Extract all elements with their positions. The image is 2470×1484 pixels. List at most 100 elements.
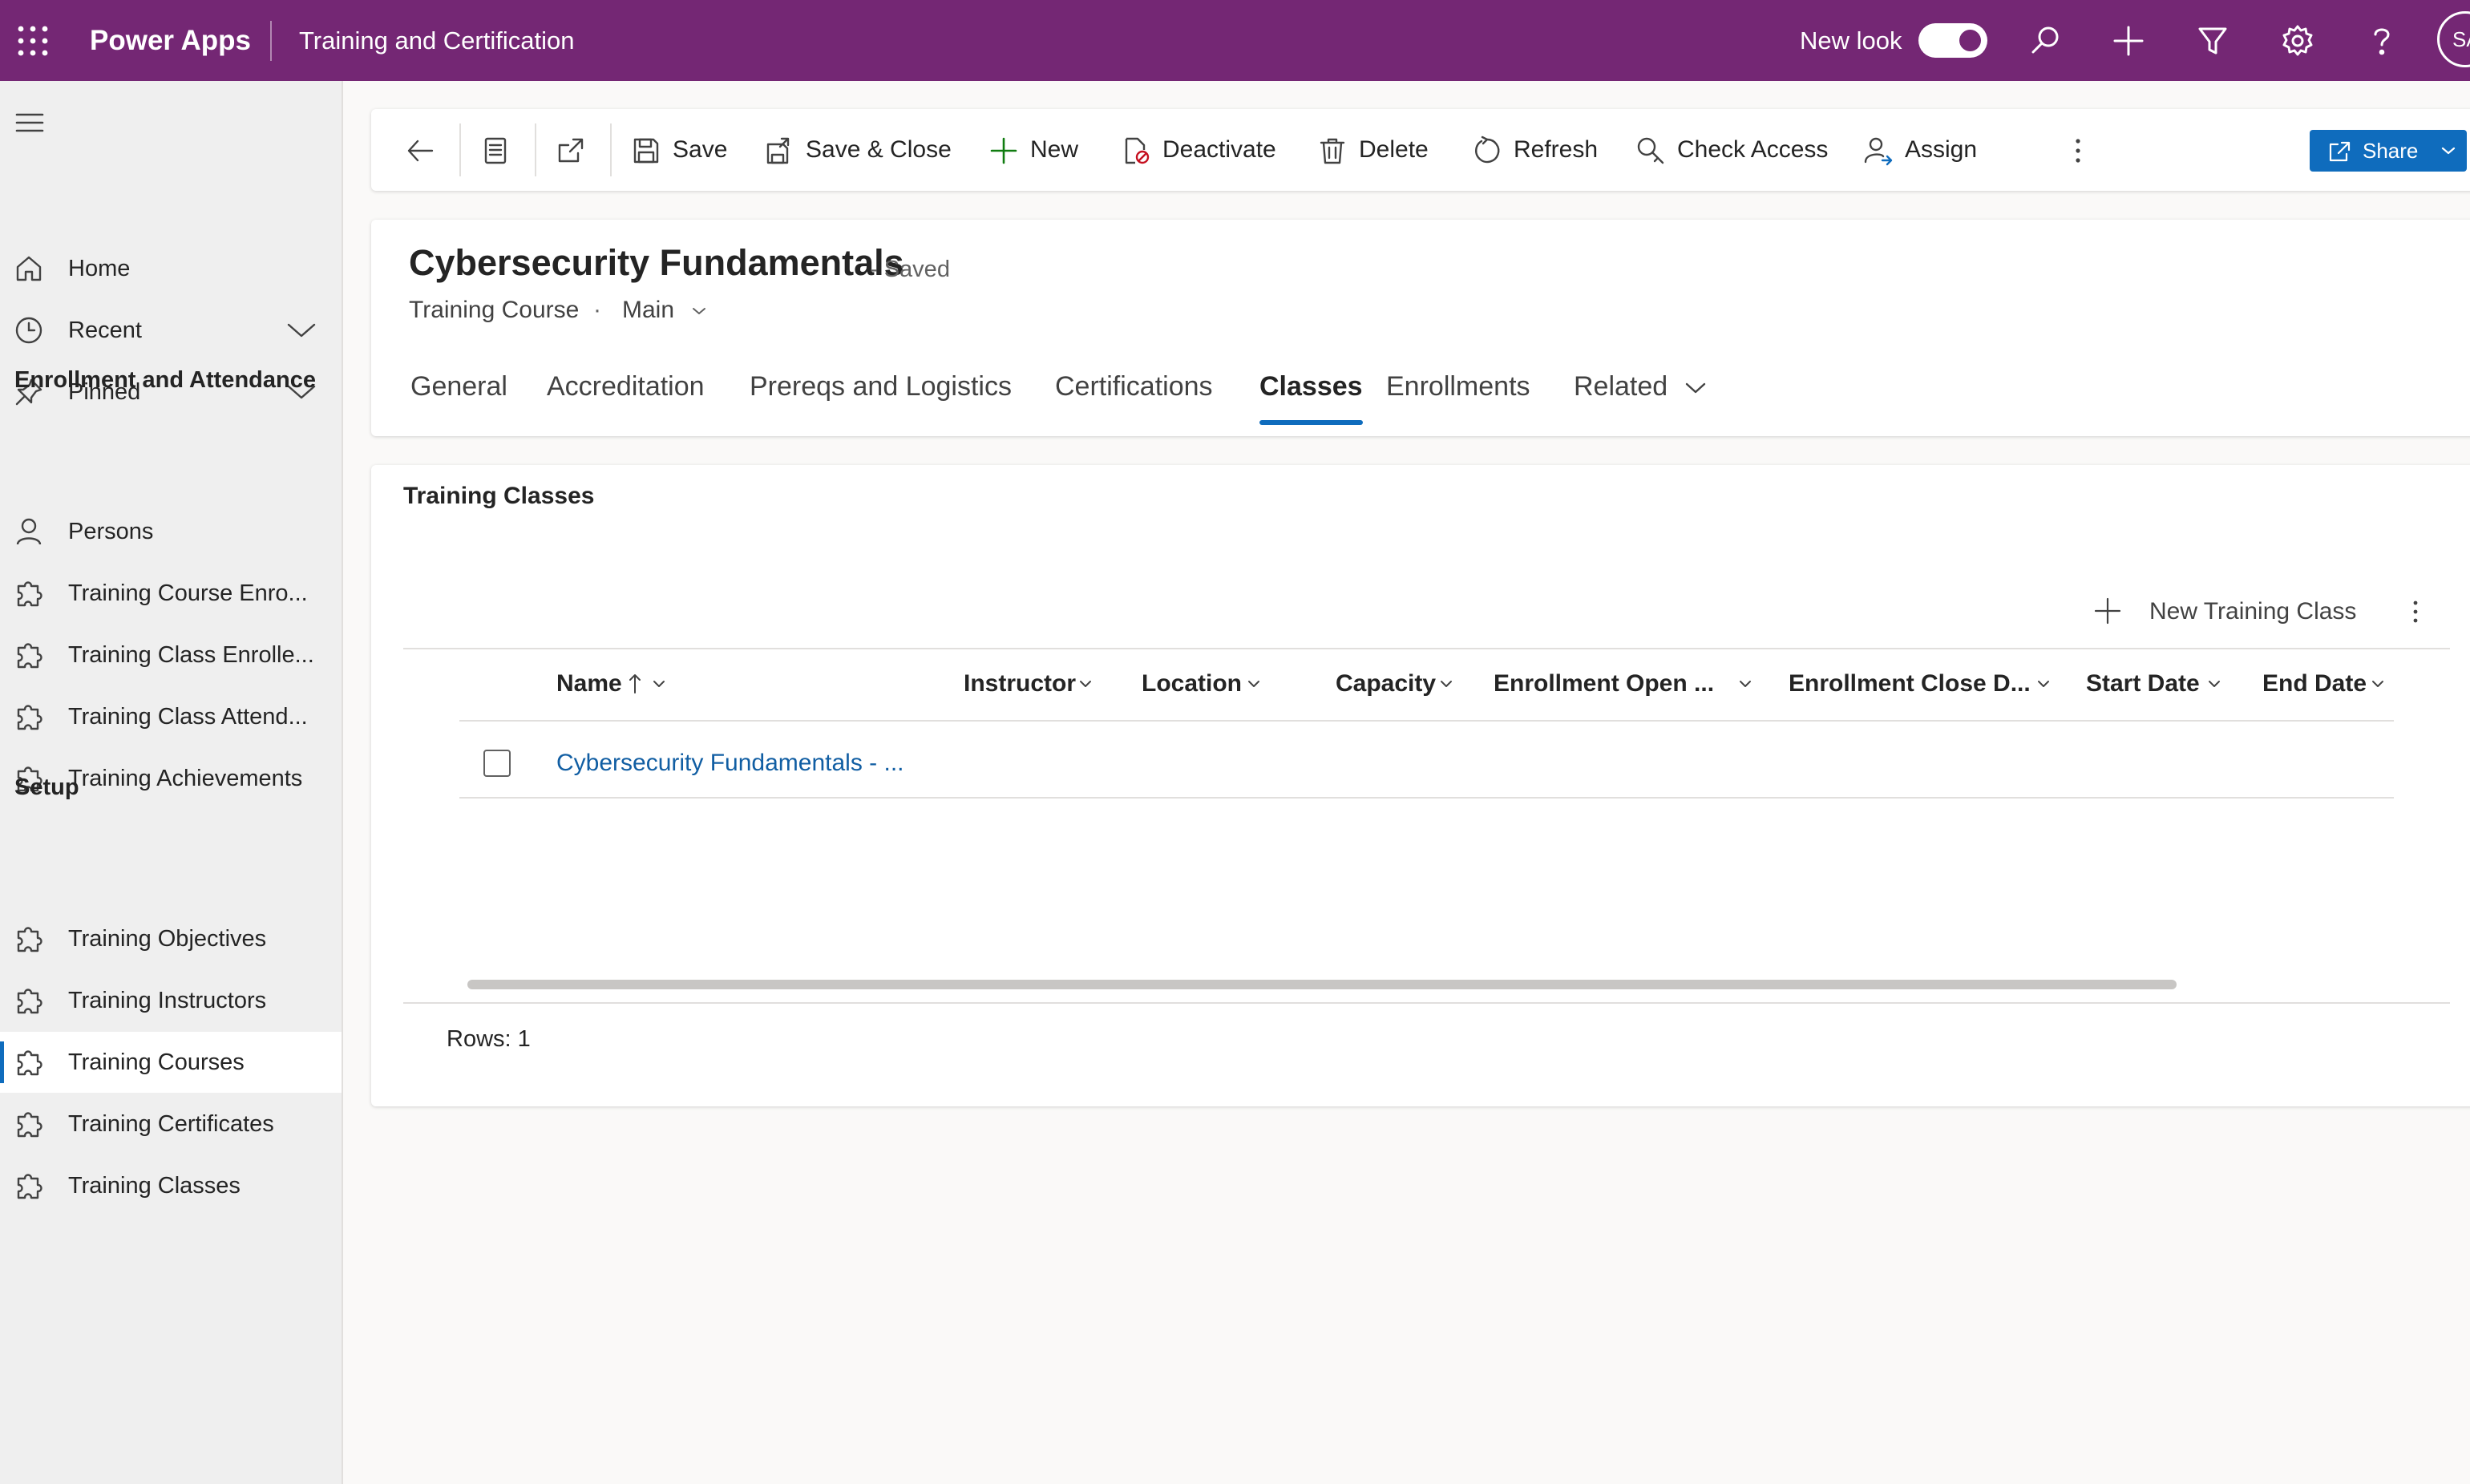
column-header-label: Enrollment Open ... [1494,670,1715,697]
sidebar-item-label: Persons [68,519,154,544]
open-new-window-button[interactable] [556,109,592,191]
delete-label: Delete [1359,136,1429,163]
add-icon[interactable] [2110,22,2147,59]
separator-dot: · [593,297,601,323]
key-search-icon [1635,135,1666,166]
chevron-down-icon [1435,673,1457,695]
tab-label: Prereqs and Logistics [750,371,1012,402]
tab-accreditation[interactable]: Accreditation [547,364,705,428]
environment-name[interactable]: Training and Certification [299,0,574,81]
filter-icon[interactable] [2194,22,2231,59]
column-header-capacity[interactable]: Capacity [1336,648,1472,720]
save-status: - Saved [870,257,950,282]
check-access-label: Check Access [1677,136,1829,163]
active-indicator [0,1041,4,1083]
row-name-link[interactable]: Cybersecurity Fundamentals - ... [556,744,904,782]
share-button[interactable]: Share [2310,130,2467,172]
tab-enrollments[interactable]: Enrollments [1386,364,1530,428]
delete-icon [1317,135,1348,166]
sort-ascending-icon [627,673,649,695]
sidebar-item-label: Training Classes [68,1173,241,1199]
chevron-down-icon[interactable] [285,321,317,340]
command-bar: Save Save & Close New Deactivate Delete … [371,109,2470,191]
tab-related[interactable]: Related [1574,364,1710,428]
add-icon [2093,596,2122,625]
tab-label: Classes [1259,371,1363,402]
puzzle-icon [14,702,44,732]
column-header-enrollment-open[interactable]: Enrollment Open ... [1494,648,1758,720]
table-row-divider [459,797,2394,799]
home-icon [14,253,44,284]
puzzle-icon [14,1109,44,1139]
sidebar-item-training-courses[interactable]: Training Courses [0,1032,342,1093]
command-separator [459,123,461,176]
command-separator [610,123,612,176]
user-avatar[interactable]: SA [2437,11,2470,67]
sidebar-item-label: Training Courses [68,1049,245,1075]
column-header-instructor[interactable]: Instructor [964,648,1108,720]
app-name[interactable]: Power Apps [90,0,251,81]
active-tab-indicator [1259,420,1363,425]
tab-label: General [410,371,507,402]
back-button[interactable] [405,109,442,191]
share-label: Share [2363,139,2419,163]
sidebar-item-label: Training Course Enro... [68,580,308,606]
sidebar-heading-enrollment: Enrollment and Attendance [14,367,316,393]
column-header-label: Instructor [964,670,1077,697]
sidebar-item-training-certificates[interactable]: Training Certificates [0,1094,342,1154]
more-vertical-icon [2063,135,2093,166]
more-vertical-icon[interactable] [2401,597,2430,626]
hamburger-icon[interactable] [14,107,45,138]
sidebar-heading-setup: Setup [14,774,79,800]
puzzle-icon [14,640,44,670]
open-in-new-window-icon [556,135,586,166]
form-name: Main [622,297,675,323]
search-icon[interactable] [2027,22,2064,59]
form-selector[interactable]: Main [622,292,705,329]
new-label: New [1030,136,1079,163]
more-commands-button[interactable] [2063,109,2095,191]
sidebar-item-label: Training Certificates [68,1111,274,1137]
tab-certifications[interactable]: Certifications [1055,364,1213,428]
share-icon [2327,140,2351,164]
deactivate-icon [1121,135,1151,166]
sidebar-item-training-classes[interactable]: Training Classes [0,1155,342,1216]
sidebar-item-training-course-enrollments[interactable]: Training Course Enro... [0,563,342,624]
help-icon[interactable] [2363,22,2400,59]
tab-general[interactable]: General [410,364,507,428]
tab-classes[interactable]: Classes [1259,364,1363,428]
entity-name: Training Course [409,297,580,323]
person-icon [14,516,44,547]
column-header-label: Capacity [1336,670,1437,697]
sidebar-item-recent[interactable]: Recent [0,300,342,361]
waffle-icon[interactable] [16,24,50,58]
row-checkbox[interactable] [483,750,511,777]
new-look-toggle[interactable] [1918,23,1987,58]
tab-label: Accreditation [547,371,705,402]
record-set-button[interactable] [480,109,517,191]
sidebar-item-training-class-enrollments[interactable]: Training Class Enrolle... [0,625,342,685]
refresh-icon [1472,135,1502,166]
horizontal-scrollbar[interactable] [467,980,2177,989]
column-header-end-date[interactable]: End Date [2262,648,2399,720]
grid-footer-divider [403,1002,2450,1004]
chevron-down-icon [1734,673,1756,695]
assign-icon [1863,135,1894,166]
chevron-down-icon [1074,673,1097,695]
sidebar-item-home[interactable]: Home [0,238,342,299]
sidebar-item-label: Home [68,256,131,281]
settings-icon[interactable] [2279,22,2316,59]
column-header-location[interactable]: Location [1142,648,1278,720]
form-icon [480,135,511,166]
column-header-enrollment-close-date[interactable]: Enrollment Close D... [1789,648,2061,720]
tab-label: Related [1574,371,1668,402]
sidebar-item-training-class-attendance[interactable]: Training Class Attend... [0,686,342,747]
column-header-label: Enrollment Close D... [1789,670,2031,697]
sidebar-item-label: Training Class Attend... [68,704,308,730]
sidebar-item-training-instructors[interactable]: Training Instructors [0,970,342,1031]
sidebar-item-training-objectives[interactable]: Training Objectives [0,908,342,969]
column-header-start-date[interactable]: Start Date [2086,648,2238,720]
tab-prereqs-and-logistics[interactable]: Prereqs and Logistics [750,364,1012,428]
sidebar-item-persons[interactable]: Persons [0,501,342,562]
column-header-name[interactable]: Name [556,648,677,720]
